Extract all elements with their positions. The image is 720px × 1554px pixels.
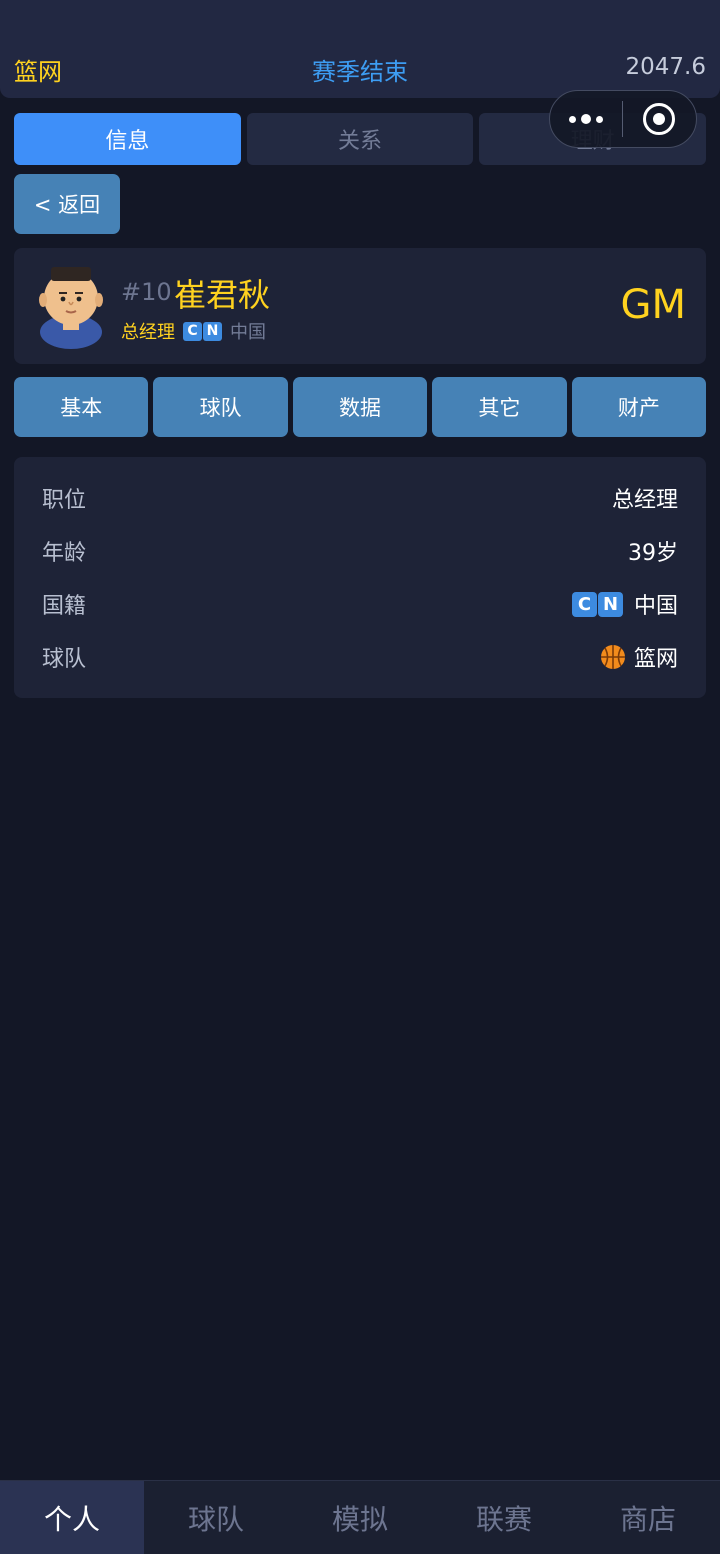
nav-personal[interactable]: 个人 — [0, 1481, 144, 1554]
team-text: 篮网 — [633, 647, 678, 672]
gm-badge: GM — [620, 282, 686, 328]
basketball-icon — [600, 645, 625, 669]
subtab-other[interactable]: 其它 — [432, 377, 567, 437]
team-value[interactable]: 篮网 — [600, 641, 678, 673]
nav-league[interactable]: 联赛 — [432, 1481, 576, 1554]
country-label: 中国 — [230, 322, 266, 343]
money-balance: 2047.6 — [625, 54, 706, 80]
nav-simulate[interactable]: 模拟 — [288, 1481, 432, 1554]
info-row-position: 职位 总经理 — [42, 478, 678, 518]
nav-shop[interactable]: 商店 — [576, 1481, 720, 1554]
nav-team[interactable]: 球队 — [144, 1481, 288, 1554]
profile-subline: 总经理 CN 中国 — [121, 318, 266, 344]
tab-info[interactable]: 信息 — [14, 113, 241, 165]
cn-flag-icon: CN — [183, 321, 223, 341]
tab-relations[interactable]: 关系 — [246, 113, 474, 165]
info-row-age: 年龄 39岁 — [42, 531, 678, 571]
nationality-label: 国籍 — [42, 594, 87, 619]
info-row-team: 球队 篮网 — [42, 637, 678, 677]
role-label: 总经理 — [121, 322, 175, 343]
target-circle-icon[interactable] — [623, 103, 697, 135]
position-label: 职位 — [42, 488, 87, 513]
avatar — [39, 267, 103, 349]
bottom-nav: 个人 球队 模拟 联赛 商店 — [0, 1480, 720, 1554]
profile-card: #10 崔君秋 总经理 CN 中国 GM — [14, 248, 706, 364]
subtab-assets[interactable]: 财产 — [571, 377, 707, 437]
player-number: #10 — [121, 278, 172, 306]
info-card: 职位 总经理 年龄 39岁 国籍 CN 中国 球队 篮网 — [14, 457, 706, 698]
top-bar: 篮网 赛季结束 2047.6 — [0, 0, 720, 98]
subtab-stats[interactable]: 数据 — [292, 377, 428, 437]
back-button[interactable]: < 返回 — [14, 174, 120, 234]
age-value: 39岁 — [628, 541, 678, 566]
season-status: 赛季结束 — [312, 58, 408, 86]
sub-tabs: 基本 球队 数据 其它 财产 — [14, 377, 707, 437]
miniprogram-capsule — [549, 90, 697, 148]
person-name: 崔君秋 — [174, 276, 271, 314]
more-dots-icon[interactable] — [550, 114, 622, 124]
nationality-value: CN 中国 — [571, 588, 678, 620]
cn-flag-icon: CN — [571, 591, 624, 617]
info-row-nationality: 国籍 CN 中国 — [42, 584, 678, 624]
team-label: 球队 — [42, 647, 87, 672]
position-value: 总经理 — [611, 488, 678, 513]
subtab-team[interactable]: 球队 — [153, 377, 288, 437]
subtab-basic[interactable]: 基本 — [14, 377, 149, 437]
age-label: 年龄 — [42, 541, 87, 566]
nationality-text: 中国 — [633, 594, 678, 619]
